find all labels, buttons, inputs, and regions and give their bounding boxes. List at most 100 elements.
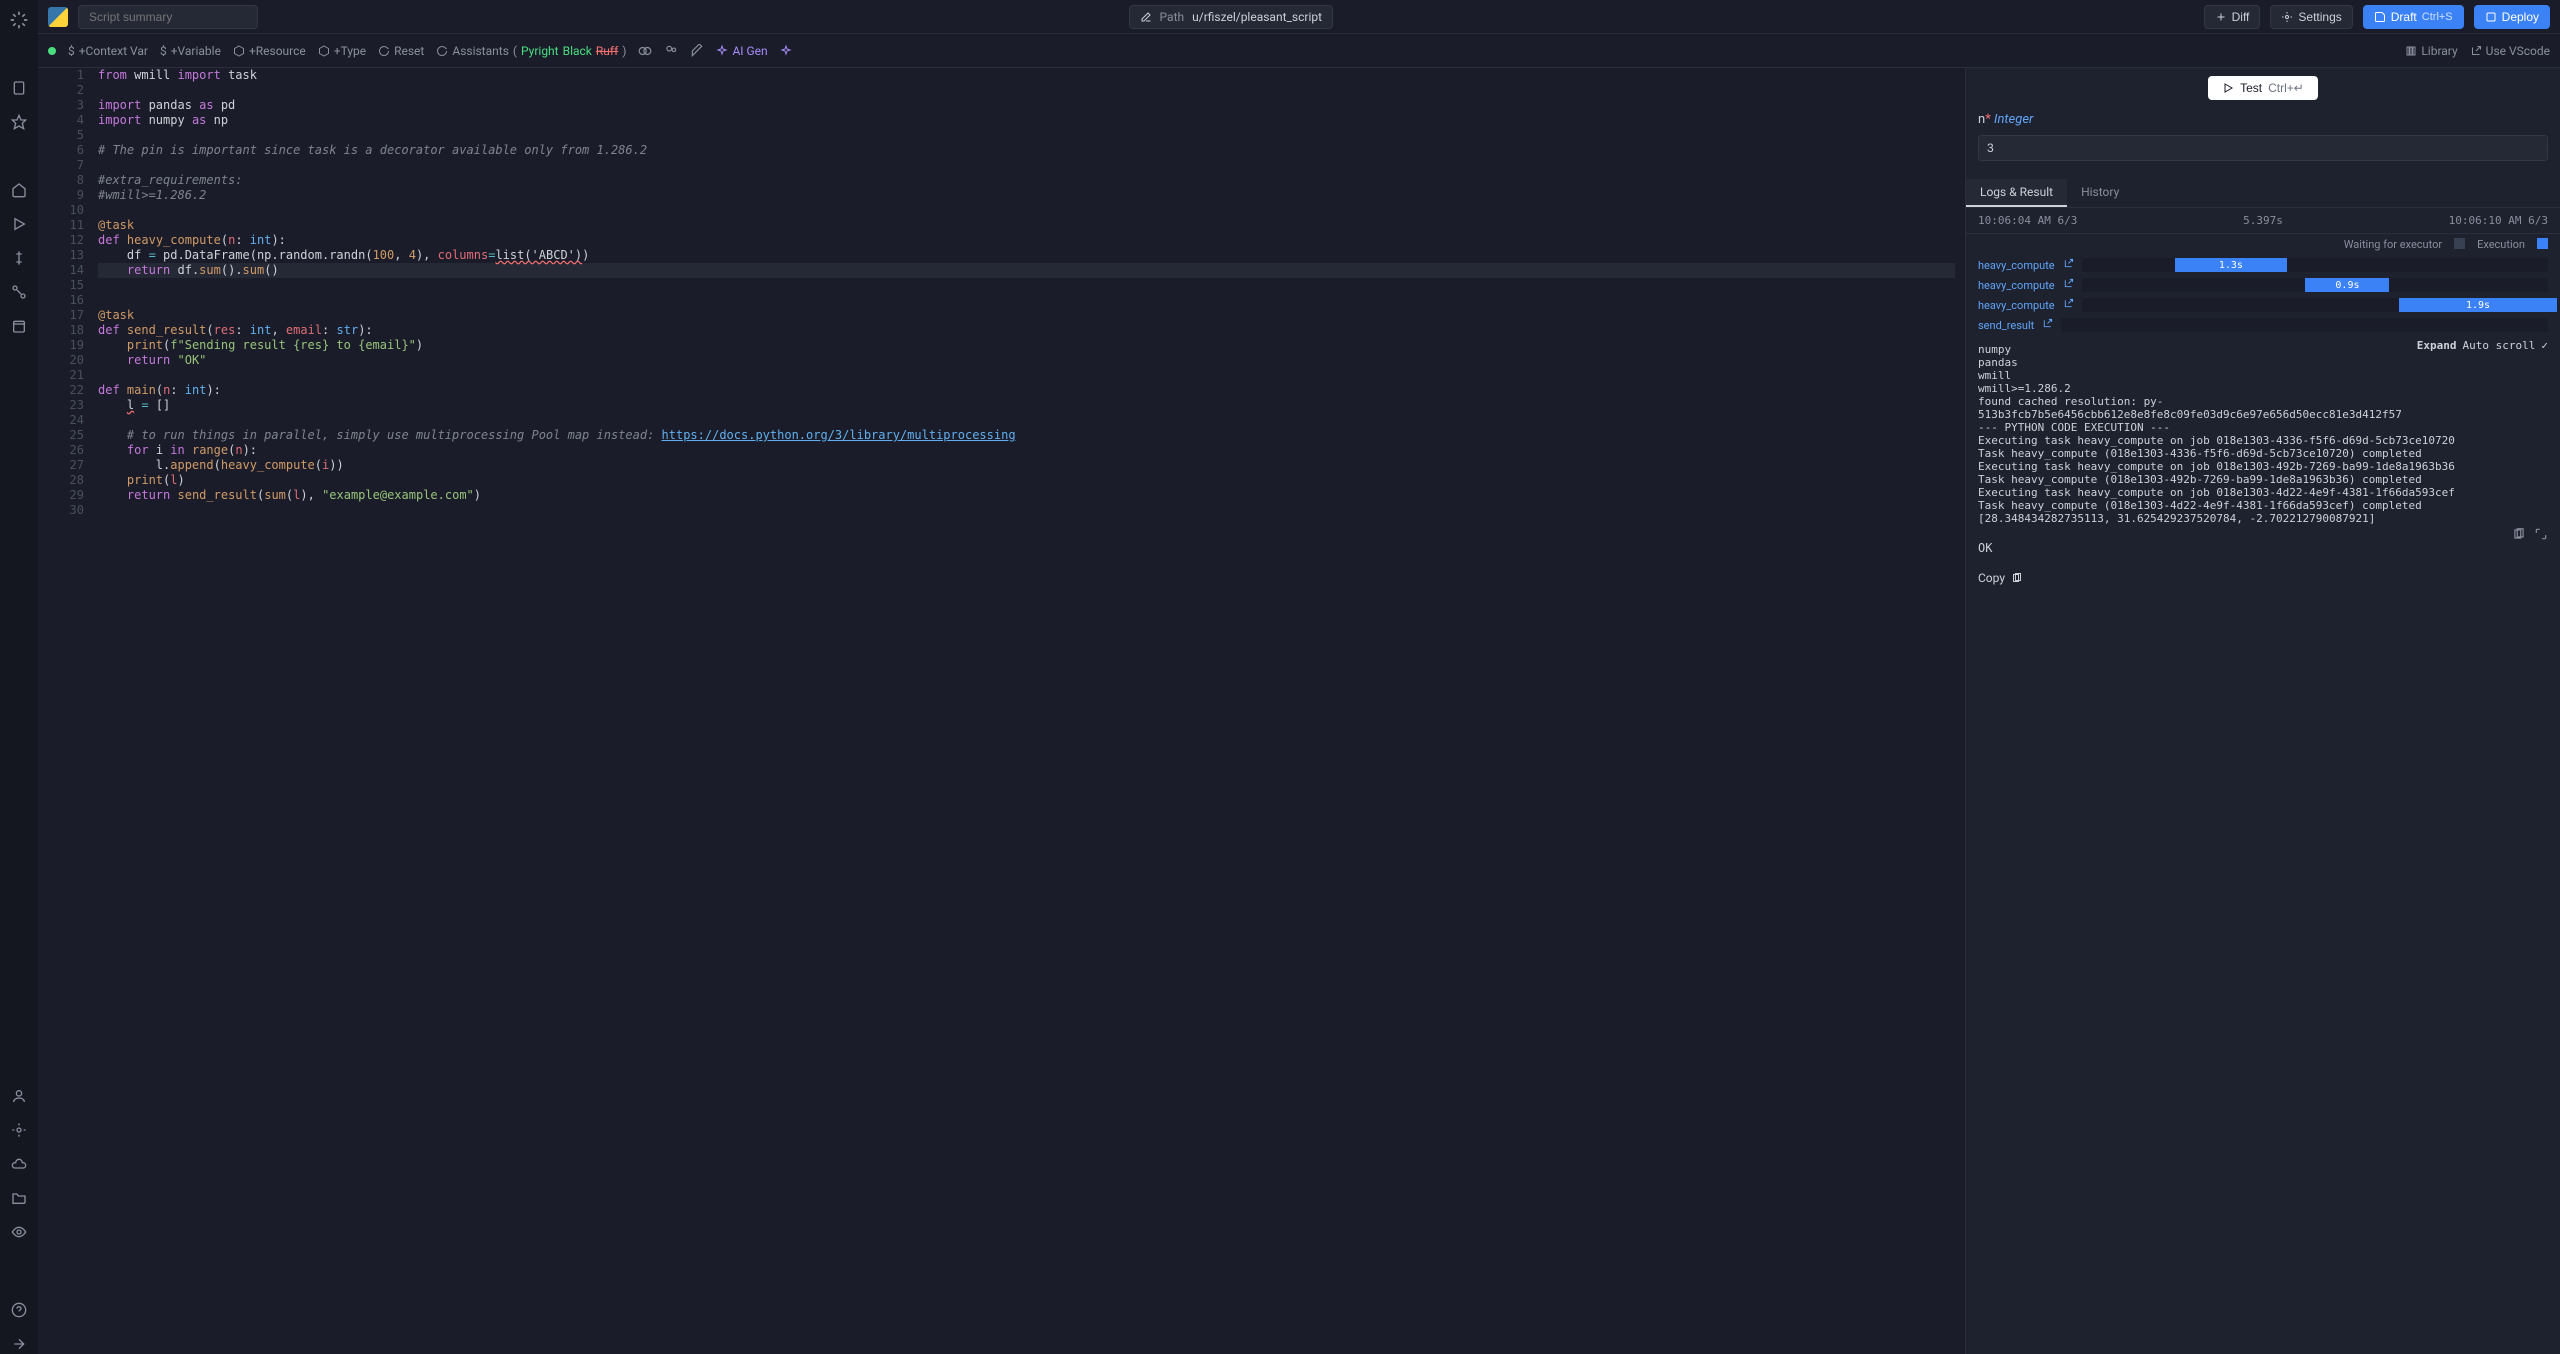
assistants[interactable]: Assistants (Pyright Black Ruff)	[436, 44, 626, 58]
header: Path u/rfiszel/pleasant_script Diff Sett…	[38, 0, 2560, 34]
exec-start: 10:06:04 AM 6/3	[1978, 214, 2077, 227]
settings-label: Settings	[2298, 10, 2341, 24]
test-shortcut: Ctrl+↵	[2268, 81, 2304, 95]
plus-minus-icon	[2215, 11, 2227, 23]
result-tabs: Logs & Result History	[1966, 179, 2560, 208]
legend: Waiting for executor Execution	[1966, 234, 2560, 255]
help-icon[interactable]	[9, 1300, 29, 1320]
copy-button[interactable]: Copy	[1966, 571, 2560, 585]
line-gutter: 1234567891011121314151617181920212223242…	[38, 68, 98, 1354]
save-icon	[2374, 11, 2386, 23]
legend-exec-sw	[2537, 238, 2548, 249]
path-pill[interactable]: Path u/rfiszel/pleasant_script	[1129, 5, 1334, 29]
job-name[interactable]: heavy_compute	[1978, 299, 2055, 312]
deploy-button[interactable]: Deploy	[2474, 5, 2550, 29]
path-label: Path	[1160, 10, 1185, 24]
open-job-icon[interactable]	[2063, 258, 2074, 272]
right-panel: Test Ctrl+↵ n* Integer Logs & Result His…	[1965, 68, 2560, 1354]
nodes-icon[interactable]	[9, 282, 29, 302]
status-dot	[48, 47, 56, 55]
folder-icon[interactable]	[9, 1188, 29, 1208]
autoscroll-check-icon[interactable]: ✓	[2541, 339, 2548, 352]
add-context-var[interactable]: $+Context Var	[68, 44, 148, 58]
open-job-icon[interactable]	[2063, 278, 2074, 292]
reset-button[interactable]: Reset	[378, 44, 424, 58]
copy-icon	[2011, 572, 2023, 584]
settings-button[interactable]: Settings	[2270, 5, 2352, 29]
play-icon	[2222, 82, 2234, 94]
logo-icon[interactable]	[9, 10, 29, 30]
eye-icon[interactable]	[9, 1222, 29, 1242]
add-type[interactable]: +Type	[318, 44, 366, 58]
add-variable[interactable]: $+Variable	[160, 44, 221, 58]
draft-button[interactable]: Draft Ctrl+S	[2363, 5, 2464, 29]
copy-result-icon[interactable]	[2512, 527, 2526, 545]
exec-duration: 5.397s	[2243, 214, 2283, 227]
logs-area: Expand Auto scroll ✓ numpypandaswmillwmi…	[1966, 335, 2560, 533]
users-icon[interactable]	[664, 44, 678, 58]
edit-icon	[1140, 11, 1152, 23]
job-name[interactable]: heavy_compute	[1978, 279, 2055, 292]
param-n-input[interactable]	[1978, 135, 2548, 161]
autoscroll-label: Auto scroll	[2463, 339, 2536, 352]
toolbar: $+Context Var $+Variable +Resource +Type…	[38, 34, 2560, 68]
sidebar-rail	[0, 0, 38, 1354]
deploy-label: Deploy	[2502, 10, 2539, 24]
code-editor[interactable]: 1234567891011121314151617181920212223242…	[38, 68, 1965, 1354]
use-vscode-button[interactable]: Use VScode	[2470, 44, 2550, 58]
external-icon	[2470, 45, 2482, 57]
open-job-icon[interactable]	[2042, 318, 2053, 332]
calendar-icon[interactable]	[9, 316, 29, 336]
sparkle-icon	[716, 45, 728, 57]
settings-icon[interactable]	[9, 1120, 29, 1140]
job-timeline: heavy_compute 1.3s heavy_compute 0.9s he…	[1966, 255, 2560, 335]
deploy-icon	[2485, 11, 2497, 23]
brush-icon[interactable]	[690, 44, 704, 58]
path-value: u/rfiszel/pleasant_script	[1192, 10, 1322, 24]
star-icon[interactable]	[9, 112, 29, 132]
library-icon	[2405, 45, 2417, 57]
python-icon	[48, 7, 68, 27]
script-summary-input[interactable]	[78, 5, 258, 29]
dollar-icon[interactable]	[9, 248, 29, 268]
expand-button[interactable]: Expand	[2417, 339, 2457, 352]
tab-history[interactable]: History	[2067, 179, 2133, 207]
test-button[interactable]: Test Ctrl+↵	[2208, 76, 2318, 100]
gear-icon	[2281, 11, 2293, 23]
job-name[interactable]: heavy_compute	[1978, 259, 2055, 272]
add-resource[interactable]: +Resource	[233, 44, 306, 58]
draft-label: Draft	[2391, 10, 2417, 24]
home-icon[interactable]	[9, 180, 29, 200]
param-row: n* Integer	[1966, 108, 2560, 131]
collapse-icon[interactable]	[9, 1334, 29, 1354]
logs-controls: Expand Auto scroll ✓	[2417, 339, 2548, 352]
library-button[interactable]: Library	[2405, 44, 2457, 58]
test-label: Test	[2240, 81, 2262, 95]
play-icon[interactable]	[9, 214, 29, 234]
box-icon	[233, 45, 245, 57]
exec-header: 10:06:04 AM 6/3 5.397s 10:06:10 AM 6/3	[1966, 208, 2560, 234]
open-job-icon[interactable]	[2063, 298, 2074, 312]
diff-label: Diff	[2232, 10, 2250, 24]
job-row: heavy_compute 1.3s	[1966, 255, 2560, 275]
toggle-icon[interactable]	[638, 44, 652, 58]
expand-result-icon[interactable]	[2534, 527, 2548, 545]
ai-gen-button[interactable]: AI Gen	[716, 44, 767, 58]
refresh-icon	[436, 45, 448, 57]
exec-end: 10:06:10 AM 6/3	[2449, 214, 2548, 227]
job-row: heavy_compute 1.9s	[1966, 295, 2560, 315]
legend-waiting-sw	[2454, 238, 2465, 249]
diff-button[interactable]: Diff	[2204, 5, 2261, 29]
code-body[interactable]: from wmill import taskimport pandas as p…	[98, 68, 1965, 1354]
cloud-icon[interactable]	[9, 1154, 29, 1174]
job-row: heavy_compute 0.9s	[1966, 275, 2560, 295]
job-row: send_result 0.8s	[1966, 315, 2560, 335]
job-name[interactable]: send_result	[1978, 319, 2034, 332]
draft-shortcut: Ctrl+S	[2422, 11, 2453, 23]
refresh-icon	[378, 45, 390, 57]
clipboard-icon[interactable]	[9, 78, 29, 98]
tab-logs-result[interactable]: Logs & Result	[1966, 179, 2067, 207]
type-icon	[318, 45, 330, 57]
ai-settings-icon[interactable]	[780, 45, 792, 57]
user-icon[interactable]	[9, 1086, 29, 1106]
